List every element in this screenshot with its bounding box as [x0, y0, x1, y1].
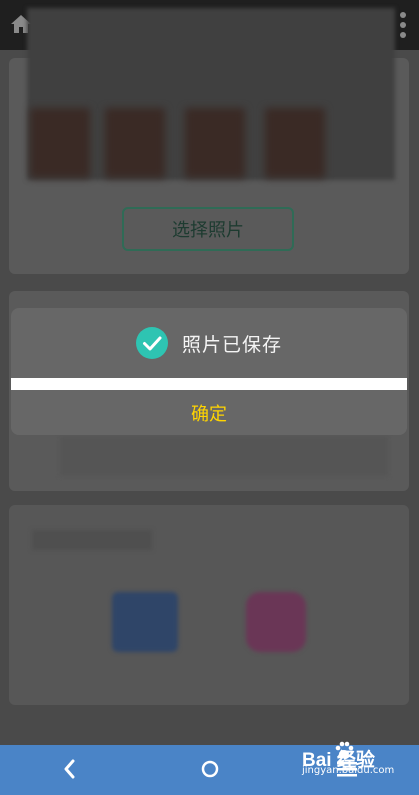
dialog-message-row: 照片已保存 — [11, 308, 407, 378]
more-vertical-icon[interactable] — [399, 10, 407, 40]
photo-thumbnail[interactable] — [185, 108, 245, 178]
dialog-divider — [11, 378, 407, 390]
blurred-options — [60, 436, 388, 476]
dialog-message: 照片已保存 — [181, 333, 282, 356]
share-app-icon[interactable] — [246, 592, 306, 652]
blurred-share-text — [32, 530, 152, 550]
saved-dialog: 照片已保存 确定 — [11, 308, 407, 435]
photo-thumbnail[interactable] — [30, 108, 90, 178]
check-circle-icon — [135, 327, 168, 359]
select-photo-button[interactable]: 选择照片 — [122, 207, 294, 251]
paw-icon — [335, 741, 354, 758]
watermark-url: jingyan.baidu.com — [302, 765, 395, 776]
back-icon[interactable] — [58, 756, 82, 782]
photo-thumbnail[interactable] — [105, 108, 165, 178]
photo-thumbnail[interactable] — [265, 108, 325, 178]
confirm-button[interactable]: 确定 — [11, 390, 407, 435]
share-app-icon[interactable] — [112, 592, 178, 652]
home-circle-icon[interactable] — [198, 756, 222, 782]
